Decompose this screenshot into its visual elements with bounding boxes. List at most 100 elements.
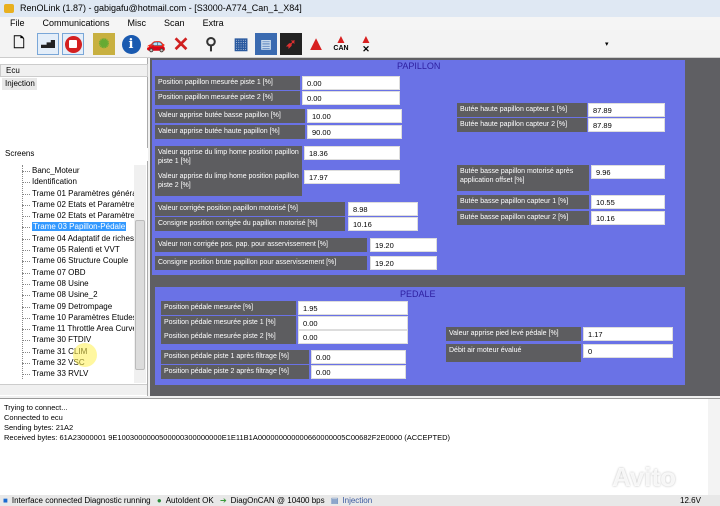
pedale-field-value[interactable]: 0.00 [311, 365, 406, 379]
tree-item[interactable]: Trame 02 Etats et Paramètres [14, 199, 134, 210]
log-scrollbar[interactable] [708, 399, 720, 495]
pedale-field-label: Position pédale mesurée piste 1 [%] [161, 316, 296, 330]
papillon-field-value[interactable]: 8.98 [348, 202, 418, 216]
tree-horizontal-scrollbar[interactable] [0, 384, 147, 395]
warning-can-icon[interactable]: ▲ CAN [330, 33, 352, 55]
tree-item[interactable]: Trame 09 Detrompage [14, 301, 134, 312]
tree-item[interactable]: Trame 11 Throttle Area Curve [14, 323, 134, 334]
tree-item-label: Trame 03 Papillon-Pédale [32, 222, 127, 232]
tree-item[interactable]: Trame 05 Ralenti et VVT [14, 244, 134, 255]
tree-item-label: Trame 07 OBD [32, 267, 86, 277]
tree-item-label: Trame 05 Ralenti et VVT [32, 245, 120, 255]
stop-icon[interactable] [62, 33, 84, 55]
cancel-x-icon[interactable]: ✕ [170, 33, 192, 56]
car-scan-icon[interactable]: 🚗 [145, 33, 167, 55]
pedale-field-value[interactable]: 0.00 [311, 350, 406, 364]
injector-icon[interactable]: ➶ [280, 33, 302, 55]
papillon-field-label: Butée haute papillon capteur 2 [%] [457, 118, 587, 132]
papillon-field-value[interactable]: 9.96 [591, 165, 665, 179]
watermark: Avito [612, 462, 677, 492]
dashboard-icon[interactable]: ▤ [255, 33, 277, 55]
step-stairs-icon[interactable] [37, 33, 59, 55]
engine-warning-icon[interactable]: ✺ [93, 33, 115, 55]
menu-misc[interactable]: Misc [118, 17, 155, 30]
tree-item-label: Identification [32, 177, 77, 187]
pedale-field-value[interactable]: 0 [583, 344, 673, 358]
papillon-field-label: Butée basse papillon capteur 1 [%] [457, 195, 589, 209]
warning-icon[interactable]: ▲ [305, 33, 327, 55]
tree-item[interactable]: Trame 03 Papillon-Pédale [14, 221, 134, 232]
title-bar: RenOLink (1.87) - gabigafu@hotmail.com -… [0, 0, 720, 17]
warning-x-icon[interactable]: ▲ ✕ [355, 33, 377, 55]
papillon-field-value[interactable]: 18.36 [304, 146, 400, 160]
log-line: Connected to ecu [4, 413, 63, 422]
menu-communications[interactable]: Communications [33, 17, 118, 30]
status-autoident: AutoIdent OK [165, 496, 214, 505]
papillon-field-label: Butée haute papillon capteur 1 [%] [457, 103, 587, 117]
toolbar-overflow-icon[interactable]: ▾ [605, 40, 609, 48]
pedale-field-label: Position pédale mesurée piste 2 [%] [161, 330, 296, 344]
papillon-field-value[interactable]: 17.97 [304, 170, 400, 184]
papillon-title: PAPILLON [397, 61, 441, 71]
papillon-field-value[interactable]: 19.20 [370, 238, 437, 252]
check-icon: ● [156, 496, 162, 505]
papillon-field-label: Valeur apprise butée basse papillon [%] [155, 109, 305, 123]
menu-bar: File Communications Misc Scan Extra [0, 17, 720, 30]
papillon-field-value[interactable]: 90.00 [307, 125, 402, 139]
pedale-field-value[interactable]: 1.17 [583, 327, 673, 341]
papillon-field-value[interactable]: 19.20 [370, 256, 437, 270]
tree-item[interactable]: Trame 06 Structure Couple [14, 255, 134, 266]
info-icon[interactable]: i [120, 33, 142, 55]
tree-item-label: Trame 01 Paramètres générau [32, 188, 134, 198]
interface-icon: ■ [3, 496, 8, 505]
binoculars-icon[interactable]: ⚲ [200, 33, 222, 55]
papillon-field-label: Valeur apprise du limp home position pap… [155, 170, 302, 196]
tree-item[interactable]: Banc_Moteur [14, 165, 134, 176]
menu-extra[interactable]: Extra [193, 17, 232, 30]
papillon-field-value[interactable]: 87.89 [588, 103, 665, 117]
tree-item[interactable]: Trame 08 Usine_2 [14, 289, 134, 300]
tree-scroll-thumb[interactable] [135, 220, 145, 370]
tree-item[interactable]: Trame 02 Etats et Paramètres [14, 210, 134, 221]
tree-item-label: Trame 08 Usine_2 [32, 290, 98, 300]
pedale-field-label: Position pédale piste 2 après filtrage [… [161, 365, 309, 379]
papillon-field-label: Consigne position corrigée du papillon m… [155, 217, 345, 231]
pedale-field-label: Débit air moteur évalué [446, 344, 581, 362]
papillon-field-value[interactable]: 10.00 [307, 109, 402, 123]
status-interface: Interface connected Diagnostic running [11, 496, 151, 505]
tree-item[interactable]: Trame 30 FTDIV [14, 334, 134, 345]
papillon-field-value[interactable]: 10.16 [591, 211, 665, 225]
ecu-item-injection[interactable]: Injection [2, 78, 37, 90]
ecu-chip-icon[interactable]: ▦ [230, 33, 252, 55]
tree-item-label: Trame 11 Throttle Area Curve [32, 324, 134, 334]
pedale-field-value[interactable]: 0.00 [298, 316, 408, 330]
can-label: CAN [333, 45, 349, 52]
papillon-field-value[interactable]: 0.00 [302, 91, 400, 105]
papillon-field-label: Position papillon mesurée piste 2 [%] [155, 91, 300, 105]
arrow-icon: ➔ [219, 496, 227, 505]
papillon-field-label: Consigne position brute papillon pour as… [155, 256, 367, 270]
pedale-field-value[interactable]: 0.00 [298, 330, 408, 344]
papillon-field-value[interactable]: 10.16 [348, 217, 418, 231]
log-line: Sending bytes: 21A2 [4, 423, 74, 432]
pedale-title: PEDALE [400, 289, 436, 299]
papillon-field-value[interactable]: 0.00 [302, 76, 400, 90]
status-bar: ■ Interface connected Diagnostic running … [0, 495, 720, 506]
papillon-field-label: Valeur apprise du limp home position pap… [155, 146, 302, 172]
tree-item[interactable]: Trame 01 Paramètres générau [14, 188, 134, 199]
tree-item[interactable]: Identification [14, 176, 134, 187]
window-title: RenOLink (1.87) - gabigafu@hotmail.com -… [20, 3, 302, 13]
tree-item[interactable]: Trame 08 Usine [14, 278, 134, 289]
menu-scan[interactable]: Scan [154, 17, 193, 30]
papillon-field-value[interactable]: 10.55 [591, 195, 665, 209]
tree-item[interactable]: Trame 33 RVLV [14, 368, 134, 379]
tree-item[interactable]: Trame 10 Paramètres Etudes [14, 312, 134, 323]
tree-item[interactable]: Trame 04 Adaptatif de richesse [14, 233, 134, 244]
pedale-field-value[interactable]: 1.95 [298, 301, 408, 315]
tree-item-label: Trame 08 Usine [32, 278, 89, 288]
tree-item[interactable]: Trame 07 OBD [14, 267, 134, 278]
new-document-icon[interactable]: 🗋 [8, 33, 30, 55]
menu-file[interactable]: File [0, 17, 33, 30]
papillon-field-label: Valeur non corrigée pos. pap. pour asser… [155, 238, 367, 252]
papillon-field-value[interactable]: 87.89 [588, 118, 665, 132]
